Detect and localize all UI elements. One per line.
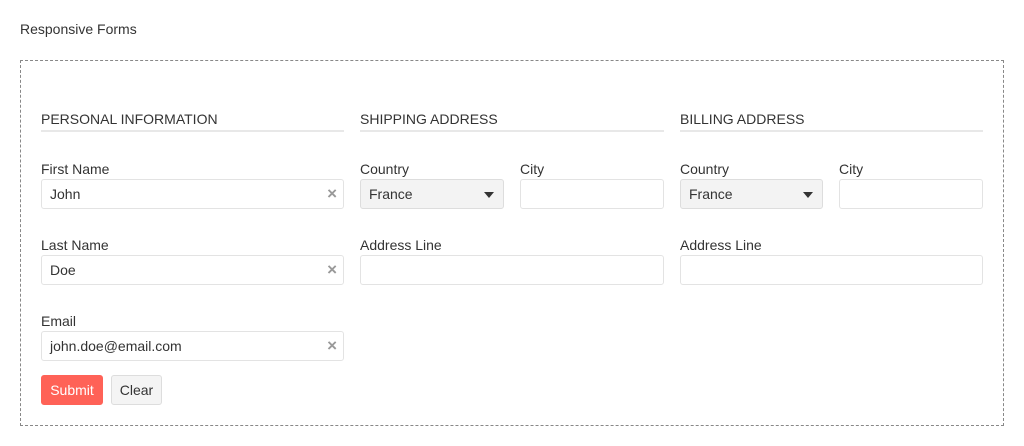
- section-personal-heading: PERSONAL INFORMATION: [41, 110, 344, 132]
- email-value: john.doe@email.com: [50, 338, 182, 354]
- clear-icon[interactable]: ×: [327, 332, 337, 360]
- shipping-address-label: Address Line: [360, 237, 442, 253]
- billing-address-label: Address Line: [680, 237, 762, 253]
- billing-address-input[interactable]: [680, 255, 983, 285]
- billing-city-label: City: [839, 161, 864, 177]
- billing-city-input[interactable]: [839, 179, 983, 209]
- clear-button[interactable]: Clear: [111, 375, 162, 405]
- page-title: Responsive Forms: [20, 21, 137, 37]
- shipping-address-input[interactable]: [360, 255, 664, 285]
- submit-button[interactable]: Submit: [41, 375, 103, 405]
- last-name-label: Last Name: [41, 237, 109, 253]
- email-label: Email: [41, 313, 77, 329]
- caret-down-icon: [803, 192, 813, 198]
- section-billing-heading: BILLING ADDRESS: [680, 110, 983, 132]
- last-name-input[interactable]: Doe ×: [41, 255, 344, 285]
- shipping-country-label: Country: [360, 161, 410, 177]
- shipping-country-select[interactable]: France: [360, 179, 504, 209]
- shipping-country-value: France: [369, 186, 413, 202]
- first-name-label: First Name: [41, 161, 110, 177]
- billing-country-value: France: [689, 186, 733, 202]
- billing-country-select[interactable]: France: [680, 179, 823, 209]
- billing-country-label: Country: [680, 161, 730, 177]
- first-name-value: John: [50, 186, 81, 202]
- shipping-city-label: City: [520, 161, 545, 177]
- caret-down-icon: [484, 192, 494, 198]
- clear-icon[interactable]: ×: [327, 180, 337, 208]
- last-name-value: Doe: [50, 262, 76, 278]
- email-input[interactable]: john.doe@email.com ×: [41, 331, 344, 361]
- shipping-city-input[interactable]: [520, 179, 664, 209]
- first-name-input[interactable]: John ×: [41, 179, 344, 209]
- section-shipping-heading: SHIPPING ADDRESS: [360, 110, 664, 132]
- clear-icon[interactable]: ×: [327, 256, 337, 284]
